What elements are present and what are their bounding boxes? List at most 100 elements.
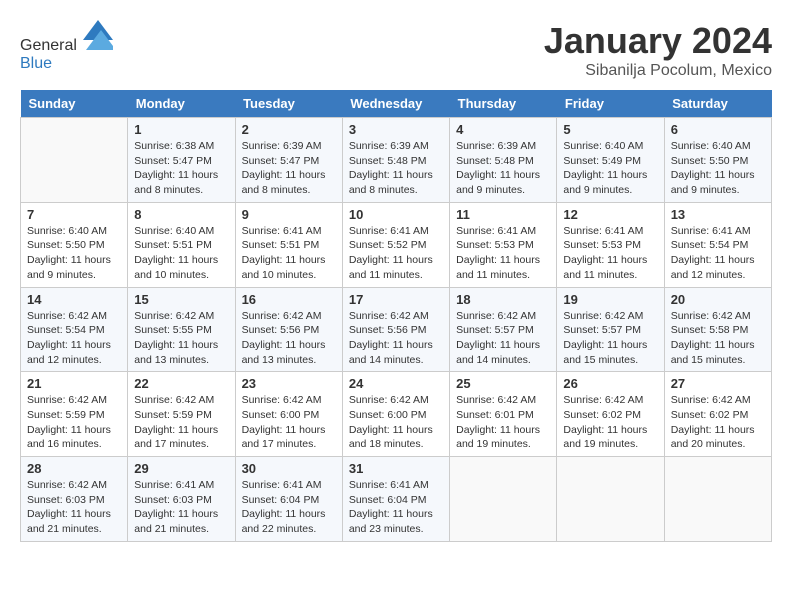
day-number: 14: [27, 292, 121, 307]
day-number: 18: [456, 292, 550, 307]
day-number: 11: [456, 207, 550, 222]
day-detail: Sunrise: 6:42 AMSunset: 6:01 PMDaylight:…: [456, 393, 550, 452]
day-number: 26: [563, 376, 657, 391]
day-detail: Sunrise: 6:42 AMSunset: 5:55 PMDaylight:…: [134, 309, 228, 368]
day-number: 1: [134, 122, 228, 137]
calendar-cell: 17 Sunrise: 6:42 AMSunset: 5:56 PMDayligh…: [342, 287, 449, 372]
day-number: 17: [349, 292, 443, 307]
calendar-cell: 4 Sunrise: 6:39 AMSunset: 5:48 PMDaylight…: [450, 118, 557, 203]
day-header-sunday: Sunday: [21, 90, 128, 118]
calendar-table: SundayMondayTuesdayWednesdayThursdayFrid…: [20, 90, 772, 542]
calendar-cell: 15Sunrise: 6:42 AMSunset: 5:55 PMDayligh…: [128, 287, 235, 372]
calendar-cell: [664, 457, 771, 542]
day-number: 30: [242, 461, 336, 476]
day-number: 21: [27, 376, 121, 391]
day-number: 24: [349, 376, 443, 391]
day-number: 28: [27, 461, 121, 476]
calendar-cell: 14Sunrise: 6:42 AMSunset: 5:54 PMDayligh…: [21, 287, 128, 372]
calendar-cell: 23 Sunrise: 6:42 AMSunset: 6:00 PMDayligh…: [235, 372, 342, 457]
calendar-cell: 26 Sunrise: 6:42 AMSunset: 6:02 PMDayligh…: [557, 372, 664, 457]
day-detail: Sunrise: 6:42 AMSunset: 6:03 PMDaylight:…: [27, 478, 121, 537]
day-number: 12: [563, 207, 657, 222]
day-detail: Sunrise: 6:42 AMSunset: 6:02 PMDaylight:…: [563, 393, 657, 452]
calendar-cell: 8 Sunrise: 6:40 AMSunset: 5:51 PMDaylight…: [128, 202, 235, 287]
day-detail: Sunrise: 6:41 AMSunset: 5:53 PMDaylight:…: [563, 224, 657, 283]
day-detail: Sunrise: 6:42 AMSunset: 6:02 PMDaylight:…: [671, 393, 765, 452]
day-detail: Sunrise: 6:42 AMSunset: 5:59 PMDaylight:…: [27, 393, 121, 452]
calendar-cell: 24 Sunrise: 6:42 AMSunset: 6:00 PMDayligh…: [342, 372, 449, 457]
calendar-week-row: 14Sunrise: 6:42 AMSunset: 5:54 PMDayligh…: [21, 287, 772, 372]
calendar-cell: 11Sunrise: 6:41 AMSunset: 5:53 PMDayligh…: [450, 202, 557, 287]
day-number: 16: [242, 292, 336, 307]
day-number: 4: [456, 122, 550, 137]
day-number: 7: [27, 207, 121, 222]
day-detail: Sunrise: 6:40 AMSunset: 5:49 PMDaylight:…: [563, 139, 657, 198]
calendar-cell: 10 Sunrise: 6:41 AMSunset: 5:52 PMDayligh…: [342, 202, 449, 287]
calendar-cell: [557, 457, 664, 542]
day-number: 23: [242, 376, 336, 391]
day-number: 8: [134, 207, 228, 222]
day-detail: Sunrise: 6:42 AMSunset: 5:56 PMDaylight:…: [349, 309, 443, 368]
day-detail: Sunrise: 6:40 AMSunset: 5:50 PMDaylight:…: [671, 139, 765, 198]
day-detail: Sunrise: 6:41 AMSunset: 5:52 PMDaylight:…: [349, 224, 443, 283]
calendar-cell: 18Sunrise: 6:42 AMSunset: 5:57 PMDayligh…: [450, 287, 557, 372]
day-number: 27: [671, 376, 765, 391]
calendar-week-row: 7 Sunrise: 6:40 AMSunset: 5:50 PMDaylight…: [21, 202, 772, 287]
title-block: January 2024 Sibanilja Pocolum, Mexico: [544, 20, 772, 80]
day-header-saturday: Saturday: [664, 90, 771, 118]
calendar-cell: 2Sunrise: 6:39 AMSunset: 5:47 PMDaylight…: [235, 118, 342, 203]
calendar-cell: 20Sunrise: 6:42 AMSunset: 5:58 PMDayligh…: [664, 287, 771, 372]
day-detail: Sunrise: 6:40 AMSunset: 5:50 PMDaylight:…: [27, 224, 121, 283]
day-detail: Sunrise: 6:42 AMSunset: 5:58 PMDaylight:…: [671, 309, 765, 368]
day-header-monday: Monday: [128, 90, 235, 118]
day-detail: Sunrise: 6:42 AMSunset: 6:00 PMDaylight:…: [349, 393, 443, 452]
calendar-cell: 31Sunrise: 6:41 AMSunset: 6:04 PMDayligh…: [342, 457, 449, 542]
day-header-tuesday: Tuesday: [235, 90, 342, 118]
day-detail: Sunrise: 6:42 AMSunset: 6:00 PMDaylight:…: [242, 393, 336, 452]
calendar-header-row: SundayMondayTuesdayWednesdayThursdayFrid…: [21, 90, 772, 118]
day-number: 19: [563, 292, 657, 307]
calendar-cell: 29Sunrise: 6:41 AMSunset: 6:03 PMDayligh…: [128, 457, 235, 542]
day-detail: Sunrise: 6:42 AMSunset: 5:56 PMDaylight:…: [242, 309, 336, 368]
day-detail: Sunrise: 6:39 AMSunset: 5:48 PMDaylight:…: [456, 139, 550, 198]
calendar-cell: 1 Sunrise: 6:38 AMSunset: 5:47 PMDaylight…: [128, 118, 235, 203]
day-number: 10: [349, 207, 443, 222]
day-number: 29: [134, 461, 228, 476]
calendar-week-row: 21 Sunrise: 6:42 AMSunset: 5:59 PMDayligh…: [21, 372, 772, 457]
logo: General Blue: [20, 20, 113, 73]
day-detail: Sunrise: 6:41 AMSunset: 5:51 PMDaylight:…: [242, 224, 336, 283]
month-title: January 2024: [544, 20, 772, 62]
location: Sibanilja Pocolum, Mexico: [544, 62, 772, 80]
day-header-wednesday: Wednesday: [342, 90, 449, 118]
calendar-cell: 3 Sunrise: 6:39 AMSunset: 5:48 PMDaylight…: [342, 118, 449, 203]
day-number: 3: [349, 122, 443, 137]
day-number: 22: [134, 376, 228, 391]
day-number: 9: [242, 207, 336, 222]
calendar-cell: 16 Sunrise: 6:42 AMSunset: 5:56 PMDayligh…: [235, 287, 342, 372]
day-detail: Sunrise: 6:38 AMSunset: 5:47 PMDaylight:…: [134, 139, 228, 198]
calendar-cell: 19 Sunrise: 6:42 AMSunset: 5:57 PMDayligh…: [557, 287, 664, 372]
day-detail: Sunrise: 6:41 AMSunset: 6:04 PMDaylight:…: [349, 478, 443, 537]
calendar-cell: [21, 118, 128, 203]
calendar-cell: 21 Sunrise: 6:42 AMSunset: 5:59 PMDayligh…: [21, 372, 128, 457]
calendar-cell: 6 Sunrise: 6:40 AMSunset: 5:50 PMDaylight…: [664, 118, 771, 203]
logo-blue-text: Blue: [20, 55, 52, 72]
day-header-thursday: Thursday: [450, 90, 557, 118]
calendar-cell: 13Sunrise: 6:41 AMSunset: 5:54 PMDayligh…: [664, 202, 771, 287]
calendar-week-row: 1 Sunrise: 6:38 AMSunset: 5:47 PMDaylight…: [21, 118, 772, 203]
day-number: 6: [671, 122, 765, 137]
day-detail: Sunrise: 6:39 AMSunset: 5:48 PMDaylight:…: [349, 139, 443, 198]
calendar-cell: 12 Sunrise: 6:41 AMSunset: 5:53 PMDayligh…: [557, 202, 664, 287]
calendar-cell: 27 Sunrise: 6:42 AMSunset: 6:02 PMDayligh…: [664, 372, 771, 457]
day-detail: Sunrise: 6:42 AMSunset: 5:57 PMDaylight:…: [563, 309, 657, 368]
logo-icon: [83, 20, 113, 50]
calendar-cell: 9 Sunrise: 6:41 AMSunset: 5:51 PMDaylight…: [235, 202, 342, 287]
day-detail: Sunrise: 6:40 AMSunset: 5:51 PMDaylight:…: [134, 224, 228, 283]
day-number: 2: [242, 122, 336, 137]
calendar-week-row: 28 Sunrise: 6:42 AMSunset: 6:03 PMDayligh…: [21, 457, 772, 542]
calendar-cell: 30 Sunrise: 6:41 AMSunset: 6:04 PMDayligh…: [235, 457, 342, 542]
calendar-cell: 28 Sunrise: 6:42 AMSunset: 6:03 PMDayligh…: [21, 457, 128, 542]
day-detail: Sunrise: 6:41 AMSunset: 6:04 PMDaylight:…: [242, 478, 336, 537]
day-number: 25: [456, 376, 550, 391]
day-number: 5: [563, 122, 657, 137]
